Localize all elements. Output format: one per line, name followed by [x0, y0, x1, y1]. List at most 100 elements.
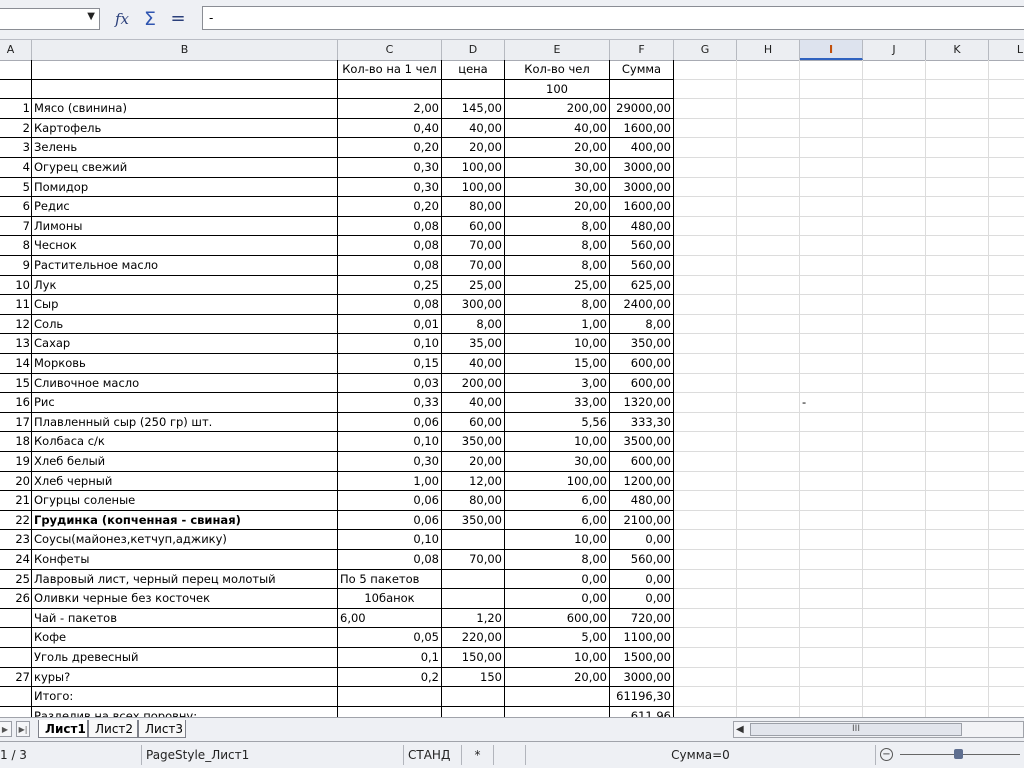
- cell-b[interactable]: Огурцы соленые: [32, 491, 338, 511]
- cell-i[interactable]: [800, 471, 863, 492]
- cell-l[interactable]: [989, 276, 1024, 296]
- cell-e[interactable]: 15,00: [505, 354, 610, 374]
- cell-b[interactable]: Соль: [32, 314, 338, 335]
- cell-j[interactable]: [863, 530, 926, 550]
- cell-i[interactable]: -: [800, 393, 863, 413]
- cell-c[interactable]: 0,08: [338, 216, 442, 237]
- cell-b[interactable]: Хлеб черный: [32, 471, 338, 492]
- cell-i[interactable]: [800, 412, 863, 433]
- cell-c[interactable]: 0,10: [338, 334, 442, 354]
- cell-f[interactable]: 3000,00: [610, 158, 674, 178]
- cell-k[interactable]: [926, 275, 989, 296]
- cell-c[interactable]: 0,20: [338, 197, 442, 217]
- cell-j[interactable]: [863, 648, 926, 668]
- cell-b[interactable]: Соусы(майонез,кетчуп,аджику): [32, 530, 338, 550]
- cell-k[interactable]: [926, 706, 989, 717]
- cell-l[interactable]: [989, 550, 1024, 570]
- cell-f[interactable]: 3000,00: [610, 667, 674, 688]
- cell-h[interactable]: [737, 60, 800, 80]
- equals-icon[interactable]: =: [166, 8, 190, 30]
- column-header-l[interactable]: L: [989, 40, 1024, 60]
- cell-l[interactable]: [989, 138, 1024, 158]
- cell-l[interactable]: [989, 491, 1024, 511]
- cell-k[interactable]: [926, 471, 989, 492]
- cell-i[interactable]: [800, 158, 863, 178]
- cell-j[interactable]: [863, 354, 926, 374]
- cell-c[interactable]: 10банок: [338, 589, 442, 609]
- cell-f[interactable]: 560,00: [610, 256, 674, 276]
- cell-k[interactable]: [926, 177, 989, 198]
- cell-c[interactable]: 0,2: [338, 667, 442, 688]
- cell-h[interactable]: [737, 412, 800, 433]
- cell-l[interactable]: [989, 511, 1024, 531]
- cell-d[interactable]: 300,00: [442, 295, 505, 315]
- cell-d[interactable]: 200,00: [442, 373, 505, 394]
- cell-e[interactable]: 10,00: [505, 432, 610, 452]
- cell-l[interactable]: [989, 60, 1024, 80]
- cell-j[interactable]: [863, 687, 926, 707]
- cell-h[interactable]: [737, 471, 800, 492]
- cell-g[interactable]: [674, 334, 737, 354]
- cell-j[interactable]: [863, 99, 926, 119]
- cell-h[interactable]: [737, 373, 800, 394]
- cell-e[interactable]: 30,00: [505, 452, 610, 472]
- cell-b[interactable]: Оливки черные без косточек: [32, 589, 338, 609]
- cell-e[interactable]: 100,00: [505, 471, 610, 492]
- cell-b[interactable]: куры?: [32, 667, 338, 688]
- cell-g[interactable]: [674, 216, 737, 237]
- cell-a[interactable]: 1: [0, 99, 32, 119]
- cell-j[interactable]: [863, 491, 926, 511]
- cell-f[interactable]: 560,00: [610, 550, 674, 570]
- cell-i[interactable]: [800, 177, 863, 198]
- cell-d[interactable]: 20,00: [442, 138, 505, 158]
- cell-l[interactable]: [989, 628, 1024, 648]
- cell-i[interactable]: [800, 275, 863, 296]
- cell-a[interactable]: 11: [0, 295, 32, 315]
- cell-l[interactable]: [989, 178, 1024, 198]
- cell-f[interactable]: 400,00: [610, 138, 674, 158]
- cell-b[interactable]: Рис: [32, 393, 338, 413]
- cell-b[interactable]: Разделив на всех поровну:: [32, 706, 338, 717]
- cell-j[interactable]: [863, 275, 926, 296]
- cell-e[interactable]: 100: [505, 79, 610, 100]
- cell-f[interactable]: 1100,00: [610, 628, 674, 648]
- column-header-c[interactable]: C: [338, 40, 442, 60]
- cell-d[interactable]: 35,00: [442, 334, 505, 354]
- cell-c[interactable]: 0,10: [338, 530, 442, 550]
- cell-f[interactable]: 1500,00: [610, 648, 674, 668]
- column-header-b[interactable]: B: [32, 40, 338, 60]
- cell-h[interactable]: [737, 334, 800, 354]
- cell-e[interactable]: 1,00: [505, 314, 610, 335]
- cell-k[interactable]: [926, 569, 989, 590]
- cell-h[interactable]: [737, 295, 800, 315]
- cell-c[interactable]: 0,25: [338, 275, 442, 296]
- cell-d[interactable]: 25,00: [442, 275, 505, 296]
- cell-k[interactable]: [926, 648, 989, 668]
- cell-g[interactable]: [674, 706, 737, 717]
- cell-h[interactable]: [737, 667, 800, 688]
- cell-f[interactable]: 61196,30: [610, 687, 674, 707]
- cell-g[interactable]: [674, 197, 737, 217]
- cell-e[interactable]: 10,00: [505, 334, 610, 354]
- cell-c[interactable]: [338, 687, 442, 707]
- cell-l[interactable]: [989, 530, 1024, 550]
- cell-g[interactable]: [674, 628, 737, 648]
- cell-j[interactable]: [863, 236, 926, 256]
- cell-g[interactable]: [674, 79, 737, 100]
- cell-g[interactable]: [674, 550, 737, 570]
- cell-a[interactable]: [0, 628, 32, 648]
- cell-d[interactable]: 80,00: [442, 491, 505, 511]
- cell-a[interactable]: 14: [0, 354, 32, 374]
- cell-a[interactable]: [0, 79, 32, 100]
- cell-c[interactable]: 0,06: [338, 510, 442, 531]
- cell-l[interactable]: [989, 413, 1024, 433]
- cell-d[interactable]: 12,00: [442, 471, 505, 492]
- cell-a[interactable]: 3: [0, 138, 32, 158]
- cell-b[interactable]: Картофель: [32, 118, 338, 139]
- cell-l[interactable]: [989, 315, 1024, 335]
- cell-b[interactable]: Огурец свежий: [32, 158, 338, 178]
- cell-c[interactable]: 0,08: [338, 550, 442, 570]
- cell-d[interactable]: [442, 706, 505, 717]
- cell-g[interactable]: [674, 158, 737, 178]
- cell-h[interactable]: [737, 452, 800, 472]
